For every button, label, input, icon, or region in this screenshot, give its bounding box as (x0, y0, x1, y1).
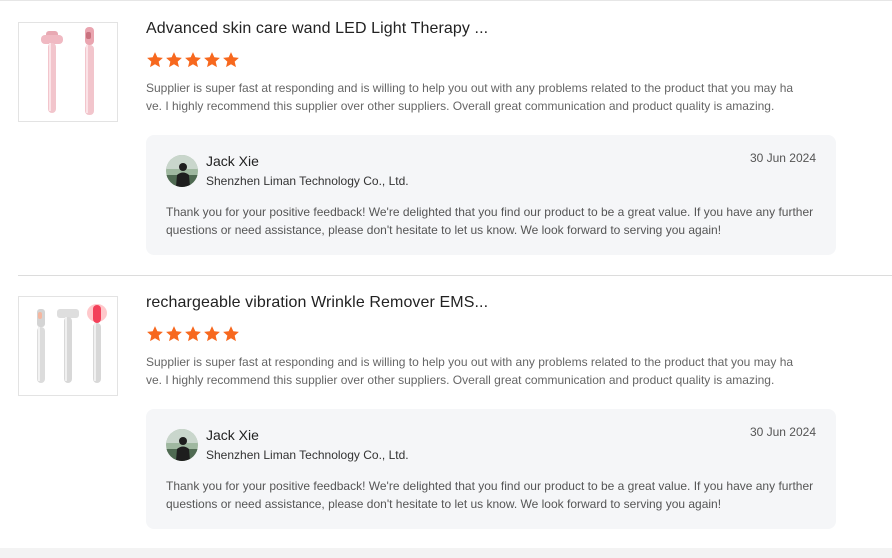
product-title[interactable]: Advanced skin care wand LED Light Therap… (146, 20, 488, 38)
reply-text: Thank you for your positive feedback! We… (166, 205, 814, 237)
star-icon (204, 52, 220, 68)
star-rating (146, 51, 240, 69)
review-card: Advanced skin care wand LED Light Therap… (0, 0, 892, 275)
reply-author-name: Jack Xie (206, 427, 259, 443)
pink-skin-care-wand-image (19, 23, 117, 121)
product-title[interactable]: rechargeable vibration Wrinkle Remover E… (146, 294, 488, 312)
supplier-reply: Jack Xie Shenzhen Liman Technology Co., … (146, 135, 836, 255)
star-icon (204, 326, 220, 342)
star-icon (223, 52, 239, 68)
product-thumbnail[interactable] (18, 22, 118, 122)
star-icon (166, 326, 182, 342)
reply-company-name: Shenzhen Liman Technology Co., Ltd. (206, 174, 409, 188)
reply-date: 30 Jun 2024 (749, 151, 816, 165)
product-thumbnail[interactable] (18, 296, 118, 396)
silver-wrinkle-remover-wands-image (19, 297, 117, 395)
avatar (166, 155, 198, 187)
reply-author-name: Jack Xie (206, 153, 259, 169)
star-icon (166, 52, 182, 68)
star-icon (147, 326, 163, 342)
review-text: Supplier is super fast at responding and… (146, 81, 794, 113)
reply-company-name: Shenzhen Liman Technology Co., Ltd. (206, 448, 409, 462)
avatar (166, 429, 198, 461)
review-text: Supplier is super fast at responding and… (146, 355, 794, 387)
reply-text: Thank you for your positive feedback! We… (166, 479, 814, 511)
reply-date: 30 Jun 2024 (749, 425, 816, 439)
review-card: rechargeable vibration Wrinkle Remover E… (0, 275, 892, 548)
page-bottom-band (0, 548, 892, 558)
avatar-image (166, 429, 198, 461)
star-icon (223, 326, 239, 342)
star-icon (185, 326, 201, 342)
supplier-reply: Jack Xie Shenzhen Liman Technology Co., … (146, 409, 836, 529)
avatar-image (166, 155, 198, 187)
star-icon (147, 52, 163, 68)
star-rating (146, 325, 240, 343)
star-icon (185, 52, 201, 68)
